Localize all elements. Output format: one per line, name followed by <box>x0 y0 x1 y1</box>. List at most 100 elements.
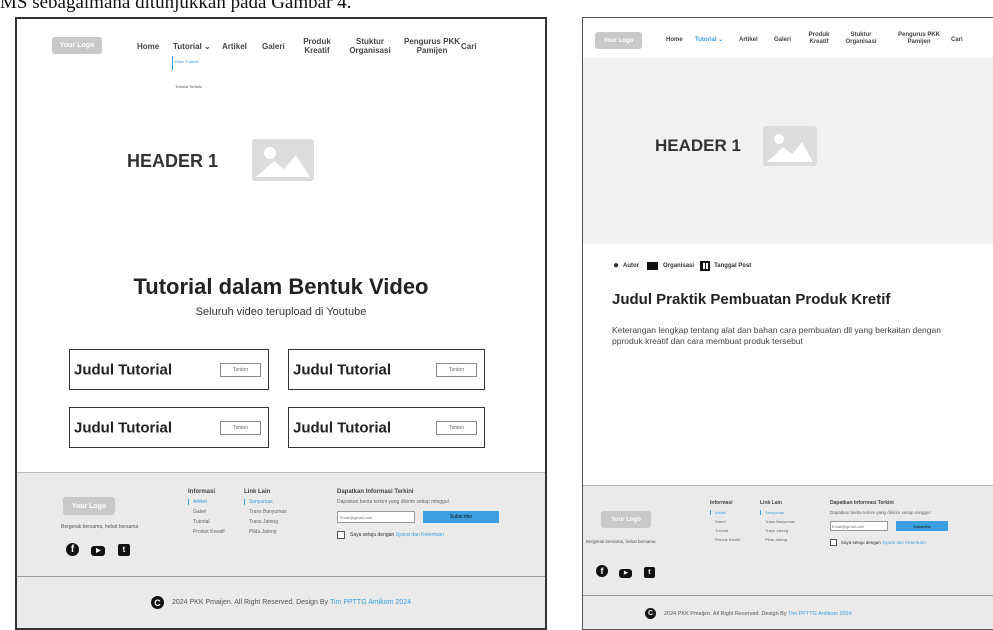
hero-title: HEADER 1 <box>655 136 741 155</box>
tutorial-card[interactable]: Judul Tutorial Tonton <box>69 407 269 448</box>
footer-link[interactable]: Trans Jateng <box>760 528 795 533</box>
copyright-text: 2024 PKK Pmaijen. All Right Reserved. De… <box>171 599 329 606</box>
post-body: Keterangan lengkap tentang alat dan baha… <box>612 325 941 347</box>
copyright-icon: C <box>645 608 656 619</box>
nav-home[interactable]: Home <box>666 37 683 44</box>
folder-icon <box>647 261 659 270</box>
agree-checkbox[interactable] <box>830 539 837 546</box>
agree-text: Saya setuju dengan <box>350 532 395 538</box>
nav-galeri[interactable]: Galeri <box>262 42 285 51</box>
agree-checkbox[interactable] <box>337 531 345 539</box>
card-title: Judul Tutorial <box>74 361 173 378</box>
newsletter-title: Dapatkan Informasi Terkini <box>830 500 894 506</box>
footer: Your Logo Bergerak bersama, hebat bersam… <box>583 485 993 595</box>
footer-link[interactable]: Tutorial <box>188 519 225 525</box>
subscribe-button[interactable]: Subscribe <box>423 511 499 523</box>
dropdown-active-line <box>172 56 173 70</box>
footer-link[interactable]: Pilda Jateng <box>244 529 287 535</box>
footer-link[interactable]: Trans Banyumas <box>244 509 287 515</box>
post-meta: ● Autor Organisasi Tanggal Post <box>613 260 751 271</box>
youtube-icon[interactable]: ▶ <box>91 546 106 556</box>
email-input[interactable] <box>830 521 888 531</box>
nav-tutorial[interactable]: Tutorial ⌄ <box>173 42 211 51</box>
nav-struktur[interactable]: Stuktur Organisasi <box>836 32 886 46</box>
facebook-icon[interactable]: f <box>66 543 79 556</box>
social-links: f ▶ t <box>596 561 655 579</box>
hero-banner: HEADER 1 <box>42 89 520 247</box>
footer-link[interactable]: Produk Kreatif <box>188 529 225 535</box>
watch-button[interactable]: Tonton <box>435 420 477 435</box>
nav-home[interactable]: Home <box>137 42 159 51</box>
logo[interactable]: Your Logo <box>52 37 102 54</box>
nav-produk[interactable]: Produk Kreatif <box>803 32 835 46</box>
email-input[interactable] <box>337 511 415 523</box>
footer-link[interactable]: Trans Jateng <box>244 519 287 525</box>
copyright-bar: C 2024 PKK Pmaijen. All Right Reserved. … <box>583 595 993 629</box>
nav-artikel[interactable]: Artikel <box>222 42 247 51</box>
footer-link[interactable]: Artikel <box>710 510 740 515</box>
calendar-icon <box>700 260 711 271</box>
footer-link[interactable]: Trans Banyumas <box>760 519 795 524</box>
footer-link[interactable]: Artikel <box>188 499 225 505</box>
wireframe-product-detail-page: Your Logo Home Tutorial ⌄ Artikel Galeri… <box>582 17 993 630</box>
tutorial-dropdown: Video Tutorial <box>172 56 198 70</box>
meta-organisasi: Organisasi <box>663 262 695 269</box>
section-title: Tutorial dalam Bentuk Video <box>133 274 429 299</box>
footer-col1-title: Informasi <box>188 489 216 495</box>
newsletter-title: Dapatkan Informasi Terkini <box>337 489 414 495</box>
footer-link[interactable]: Pilda Jateng <box>760 537 795 542</box>
agree-text: Saya setuju dengan <box>841 540 881 545</box>
tutorial-card[interactable]: Judul Tutorial Tonton <box>288 407 485 448</box>
nav-cari[interactable]: Cari <box>461 42 477 51</box>
footer-link[interactable]: Tutorial <box>710 528 740 533</box>
subscribe-button[interactable]: Subscribe <box>896 521 948 531</box>
terms-link[interactable]: Syarat dan Ketentuan <box>396 532 444 538</box>
footer-col2-title: Link Lain <box>244 489 271 495</box>
facebook-icon[interactable]: f <box>596 565 608 577</box>
footer-col-informasi: Informasi Artikel Galeri Tutorial Produk… <box>710 500 740 546</box>
designer-link[interactable]: Tim PPTTG Amikom 2024 <box>788 611 852 617</box>
logo[interactable]: Your Logo <box>595 32 642 49</box>
nav-cari[interactable]: Cari <box>951 37 963 44</box>
nav-pengurus[interactable]: Pengurus PKK Pamijen <box>891 32 947 46</box>
nav-artikel[interactable]: Artikel <box>739 37 758 44</box>
nav-pengurus[interactable]: Pengurus PKK Pamijen <box>402 37 462 55</box>
watch-button[interactable]: Tonton <box>219 420 261 435</box>
watch-button[interactable]: Tonton <box>435 362 477 377</box>
footer-col-linklain: Link Lain Senyumas Trans Banyumas Trans … <box>760 500 795 546</box>
footer-link[interactable]: Galeri <box>188 509 225 515</box>
footer-col-informasi: Informasi Artikel Galeri Tutorial Produk… <box>188 489 225 539</box>
footer-link[interactable]: Senyumas <box>244 499 287 505</box>
footer-logo[interactable]: Your Logo <box>601 511 651 528</box>
youtube-icon[interactable]: ▶ <box>619 569 633 578</box>
nav-galeri[interactable]: Galeri <box>774 37 791 44</box>
newsletter: Dapatkan Informasi Terkini Dapatkan beri… <box>830 500 990 550</box>
newsletter-text: Dapatkan berita terkini yang dikirim set… <box>337 499 449 505</box>
image-placeholder-icon <box>252 139 314 181</box>
designer-link[interactable]: Tim PPTTG Amikom 2024 <box>330 599 411 606</box>
nav-tutorial[interactable]: Tutorial ⌄ <box>695 37 723 44</box>
wireframe-tutorial-page: Your Logo Home Tutorial ⌄ Artikel Galeri… <box>15 17 547 630</box>
footer-tagline: Bergerak bersama, hebat bersama <box>586 539 656 544</box>
section-subtitle: Seluruh video terupload di Youtube <box>195 306 367 318</box>
footer-link[interactable]: Produk Kreatif <box>710 537 740 542</box>
navbar: Your Logo Home Tutorial ⌄ Artikel Galeri… <box>583 18 993 58</box>
tutorial-card[interactable]: Judul Tutorial Tonton <box>288 349 485 390</box>
author-icon: ● <box>613 260 620 271</box>
meta-date: Tanggal Post <box>714 262 752 269</box>
footer-link[interactable]: Senyumas <box>760 510 795 515</box>
copyright-bar: C 2024 PKK Pmaijen. All Right Reserved. … <box>17 576 545 628</box>
hero-banner: HEADER 1 <box>583 58 993 244</box>
nav-produk[interactable]: Produk Kreatif <box>297 37 337 55</box>
footer-col2-title: Link Lain <box>760 500 782 506</box>
dropdown-item-video[interactable]: Video Tutorial <box>174 59 198 64</box>
footer-link[interactable]: Galeri <box>710 519 740 524</box>
footer-logo[interactable]: Your Logo <box>63 497 115 515</box>
nav-struktur[interactable]: Stuktur Organisasi <box>340 37 400 55</box>
twitter-icon[interactable]: t <box>643 567 655 578</box>
tutorial-card[interactable]: Judul Tutorial Tonton <box>69 349 269 390</box>
social-links: f ▶ t <box>66 539 130 557</box>
terms-link[interactable]: Syarat dan Ketentuan <box>882 540 926 545</box>
watch-button[interactable]: Tonton <box>219 362 261 377</box>
twitter-icon[interactable]: t <box>117 544 130 556</box>
